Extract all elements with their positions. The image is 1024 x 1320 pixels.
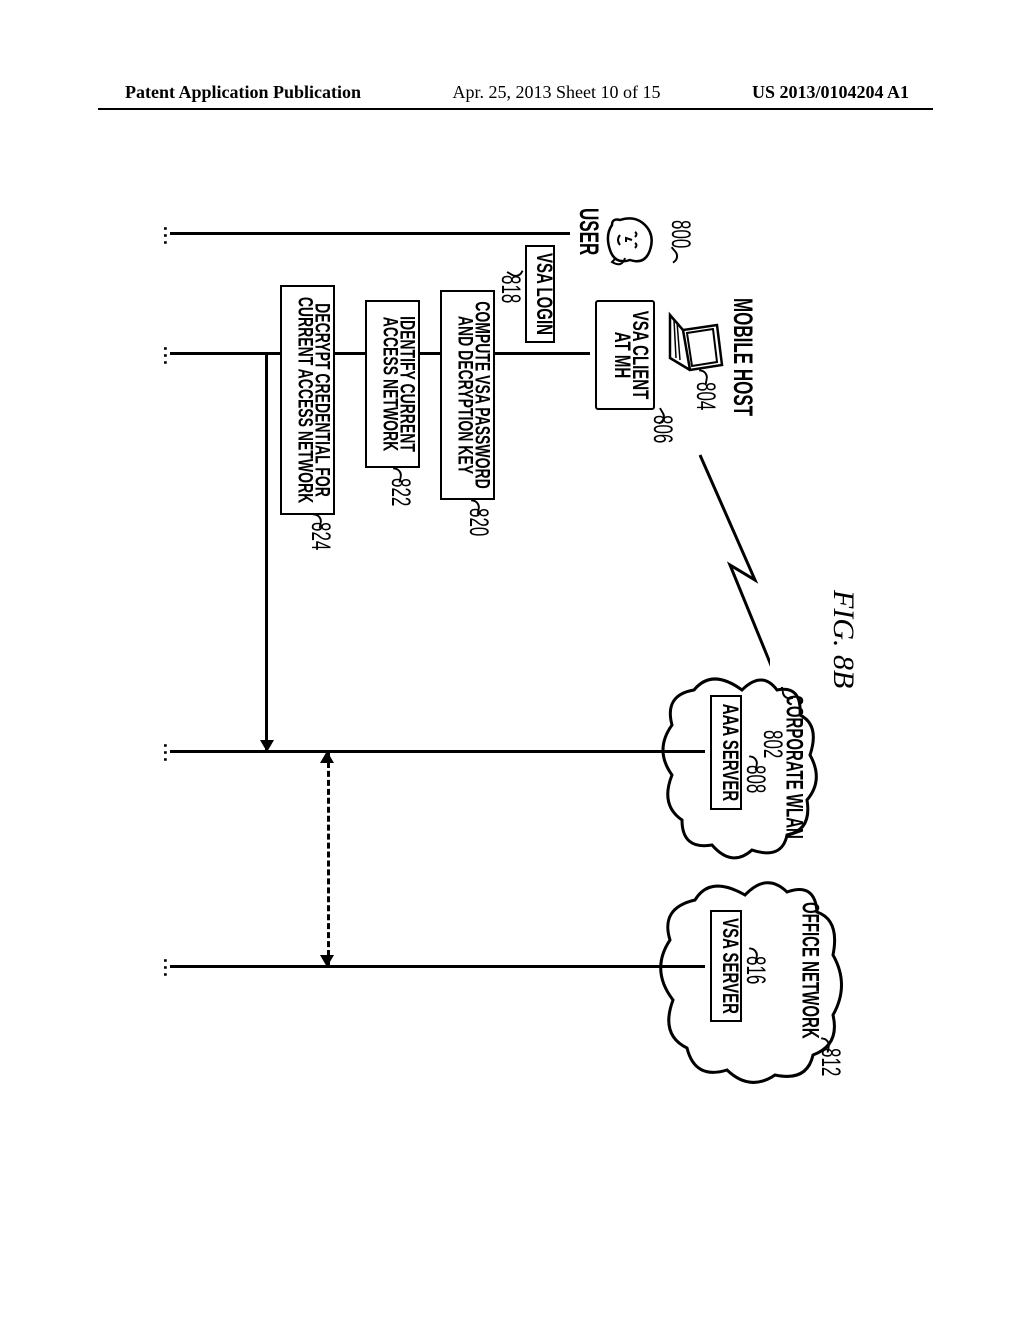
mobile-host-label: MOBILE HOST: [726, 298, 758, 416]
header-center: Apr. 25, 2013 Sheet 10 of 15: [453, 82, 661, 103]
vsa-client-box: VSA CLIENT AT MH: [595, 300, 655, 410]
office-network-reference-number: 812: [814, 1048, 846, 1076]
header-rule: [98, 108, 933, 110]
box824-line2: CURRENT ACCESS NETWORK: [296, 287, 317, 513]
laptop-icon: [665, 310, 725, 380]
leader-hook-icon: [665, 246, 682, 263]
lifeline-vsa-server: [170, 965, 705, 968]
box820-line2: AND DECRYPTION KEY: [456, 292, 477, 498]
figure-title: FIG. 8B: [826, 590, 860, 688]
continuation-dots-icon: ...: [159, 226, 180, 247]
header-left: Patent Application Publication: [125, 82, 361, 103]
corporate-wlan-label: CORPORATE WLAN: [780, 695, 807, 839]
aaa-server-box: AAA SERVER: [710, 695, 742, 810]
page-header: Patent Application Publication Apr. 25, …: [0, 82, 1024, 103]
continuation-dots-icon: ...: [159, 958, 180, 979]
figure-area: FIG. 8B USER 800 MOBILE HOST 804 VSA CLI…: [160, 190, 860, 1090]
process-box-824: DECRYPT CREDENTIAL FOR CURRENT ACCESS NE…: [280, 285, 335, 515]
process-box-822: IDENTIFY CURRENT ACCESS NETWORK: [365, 300, 420, 468]
user-label: USER: [572, 208, 604, 255]
corporate-wlan-reference-number: 802: [756, 730, 788, 758]
lifeline-user: [170, 232, 570, 235]
solid-arrow: [266, 355, 269, 750]
vsa-login-label: VSA LOGIN: [531, 247, 555, 341]
figure-rotated: FIG. 8B USER 800 MOBILE HOST 804 VSA CLI…: [160, 190, 860, 1090]
vsa-login-reference-number: 818: [494, 275, 526, 303]
vsa-server-box: VSA SERVER: [710, 910, 742, 1022]
office-network-label: OFFICE NETWORK: [796, 902, 823, 1039]
box822-line2: ACCESS NETWORK: [381, 302, 402, 466]
lifeline-aaa-server: [170, 750, 705, 753]
user-reference-number: 800: [664, 220, 696, 248]
process-box-820: COMPUTE VSA PASSWORD AND DECRYPTION KEY: [440, 290, 495, 500]
wireless-bolt-icon: [690, 450, 770, 680]
vsa-login-box: VSA LOGIN: [525, 245, 555, 343]
vsa-client-line2: AT MH: [610, 302, 633, 408]
continuation-dots-icon: ...: [159, 743, 180, 764]
mobile-host-reference-number: 804: [689, 382, 721, 410]
continuation-dots-icon: ...: [159, 346, 180, 367]
user-head-icon: [600, 210, 660, 270]
dashed-double-arrow: [327, 753, 330, 965]
header-right: US 2013/0104204 A1: [752, 82, 909, 103]
